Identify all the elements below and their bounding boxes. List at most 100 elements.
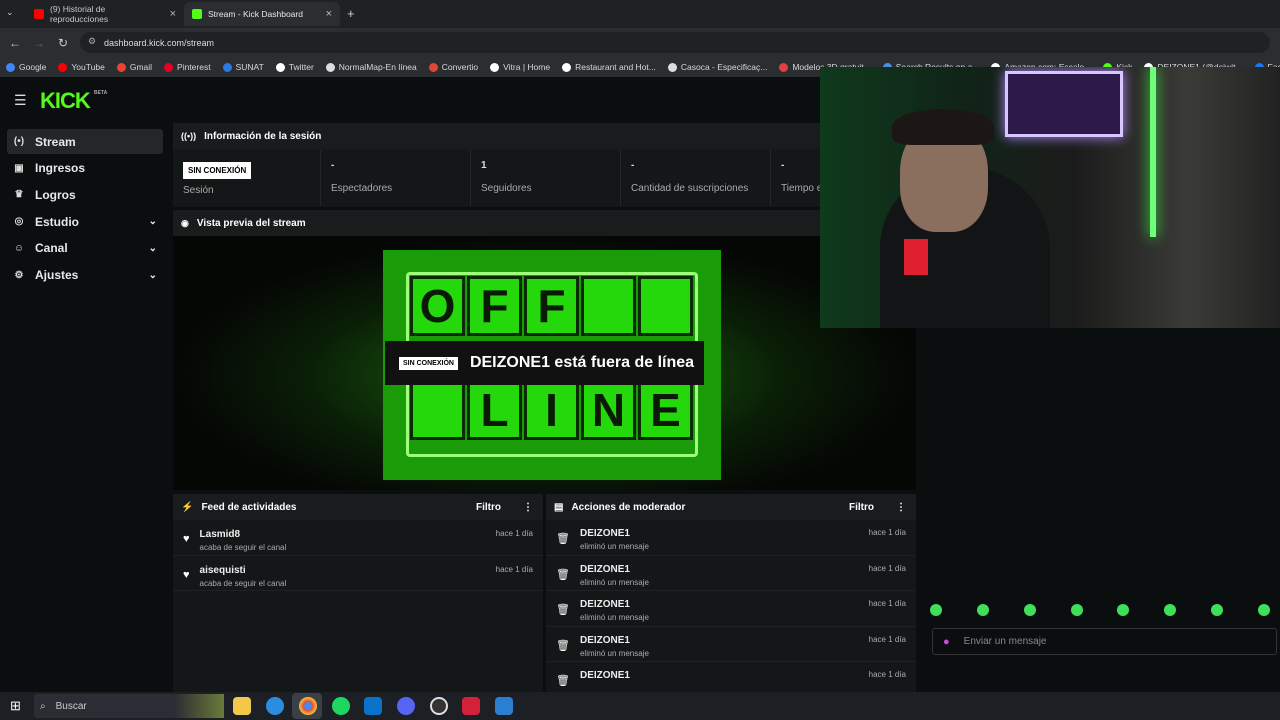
windows-start-icon[interactable]: ⊞	[10, 698, 21, 714]
mod-filter-button[interactable]: Filtro	[849, 502, 874, 513]
emote-icon[interactable]	[1117, 604, 1130, 616]
sidebar-item-logros[interactable]: ♛ Logros	[7, 182, 163, 207]
menu-icon[interactable]: ☰	[14, 92, 27, 109]
tab-list-icon[interactable]: ⌄	[6, 7, 14, 18]
sidebar-item-canal[interactable]: ☺ Canal ⌄	[7, 236, 163, 261]
item-username[interactable]: DEIZONE1	[580, 670, 630, 681]
emote-icon[interactable]	[1211, 604, 1224, 616]
bookmark-favicon-icon	[562, 62, 572, 72]
offline-letter-tile	[410, 380, 465, 440]
close-tab-icon[interactable]: ×	[326, 8, 332, 20]
stat-subscriptions: - Cantidad de suscripciones	[621, 150, 771, 206]
lightning-icon: ⚡	[181, 501, 194, 513]
emote-icon[interactable]	[1070, 604, 1083, 616]
microphone-icon[interactable]: ●	[943, 636, 950, 648]
sidebar-item-ingresos[interactable]: ▣ Ingresos	[7, 156, 163, 181]
url-field[interactable]: ⚙ dashboard.kick.com/stream	[80, 32, 1270, 53]
sidebar-item-label: Estudio	[35, 214, 79, 229]
bookmark-item[interactable]: SUNAT	[222, 62, 264, 72]
item-action: eliminó un mensaje	[579, 613, 649, 622]
stat-session: SIN CONEXIÓN Sesión	[173, 150, 321, 206]
moderator-actions-panel: ▤ Acciones de moderador Filtro ⋮ 🗑 DEIZON…	[546, 494, 916, 692]
trash-icon: 🗑	[556, 604, 570, 616]
bookmark-item[interactable]: Google	[6, 62, 46, 72]
bookmark-item[interactable]: Pinterest	[164, 62, 211, 72]
stream-preview[interactable]: OFF LINE SIN CONEXIÓN DEIZONE1 está fuer…	[173, 236, 916, 490]
bookmark-item[interactable]: Convertio	[428, 62, 479, 72]
emote-icon[interactable]	[1257, 604, 1270, 616]
emote-icon[interactable]	[1164, 604, 1177, 616]
bookmark-item[interactable]: NormalMap-En línea	[325, 62, 417, 72]
tab-kick-dashboard[interactable]: Stream - Kick Dashboard ×	[184, 2, 340, 26]
sidebar-item-label: Ingresos	[35, 161, 86, 176]
outlook-icon[interactable]	[364, 697, 382, 715]
bookmark-label: NormalMap-En línea	[338, 62, 417, 72]
bookmark-item[interactable]: YouTube	[58, 62, 105, 72]
item-username[interactable]: DEIZONE1	[580, 635, 649, 646]
list-item: 🗑 DEIZONE1 hace 1 día	[546, 662, 916, 692]
bookmark-label: Twitter	[288, 62, 314, 72]
chevron-down-icon[interactable]: ⌄	[149, 243, 157, 254]
item-username[interactable]: aisequisti	[200, 565, 287, 576]
tab-title: (9) Historial de reproducciones	[50, 4, 109, 24]
tab-title: Stream - Kick Dashboard	[208, 9, 303, 19]
bookmark-item[interactable]: Gmail	[116, 62, 152, 72]
sidebar-item-ajustes[interactable]: ⚙ Ajustes ⌄	[7, 263, 163, 288]
file-explorer-icon[interactable]	[233, 697, 251, 715]
emote-bar	[930, 604, 1270, 624]
forward-icon[interactable]: →	[27, 36, 51, 50]
feed-more-icon[interactable]: ⋮	[523, 502, 533, 513]
mod-more-icon[interactable]: ⋮	[896, 502, 906, 513]
bookmark-favicon-icon	[275, 62, 285, 72]
kick-favicon-icon	[192, 9, 202, 19]
obs-icon[interactable]	[430, 697, 448, 715]
chevron-down-icon[interactable]: ⌄	[149, 216, 157, 227]
stat-label: Espectadores	[331, 183, 393, 194]
bookmark-label: Pinterest	[177, 62, 211, 72]
taskbar-search[interactable]: ⌕ Buscar	[34, 694, 224, 718]
bookmark-favicon-icon	[779, 62, 789, 72]
bookmark-favicon-icon	[116, 62, 126, 72]
autocad-icon[interactable]	[462, 697, 480, 715]
list-item: 🗑 DEIZONE1 eliminó un mensaje hace 1 día	[546, 556, 916, 591]
list-item: 🗑 DEIZONE1 eliminó un mensaje hace 1 día	[546, 520, 916, 556]
new-tab-icon[interactable]: +	[347, 6, 355, 21]
sidebar-item-stream[interactable]: (•) Stream	[7, 129, 163, 154]
chevron-down-icon[interactable]: ⌄	[149, 270, 157, 281]
spotify-icon[interactable]	[332, 697, 350, 715]
emote-icon[interactable]	[930, 604, 942, 616]
item-time: hace 1 día	[868, 528, 906, 537]
stat-value: -	[781, 160, 785, 171]
item-username[interactable]: DEIZONE1	[580, 528, 649, 539]
item-username[interactable]: DEIZONE1	[580, 564, 649, 575]
sidebar-item-label: Ajustes	[35, 268, 79, 282]
close-tab-icon[interactable]: ×	[170, 8, 176, 20]
bookmark-label: Vitra | Home	[503, 62, 551, 72]
tab-youtube-history[interactable]: (9) Historial de reproducciones ×	[26, 2, 184, 26]
back-icon[interactable]: ←	[3, 36, 27, 50]
emote-icon[interactable]	[1023, 604, 1036, 616]
bookmark-item[interactable]: Casoca - Especificaç...	[667, 62, 767, 72]
sidebar-item-estudio[interactable]: ◎ Estudio ⌄	[7, 209, 163, 234]
bookmark-favicon-icon	[164, 62, 174, 72]
stat-time: - Tiempo e	[771, 150, 823, 206]
discord-icon[interactable]	[397, 697, 415, 715]
app-icon[interactable]	[495, 697, 513, 715]
site-info-icon[interactable]: ⚙	[88, 36, 96, 47]
chat-input[interactable]: ● Enviar un mensaje	[932, 628, 1277, 655]
emote-icon[interactable]	[976, 604, 989, 616]
bookmark-label: Convertio	[441, 62, 479, 72]
bookmark-item[interactable]: Vitra | Home	[490, 62, 550, 72]
item-username[interactable]: DEIZONE1	[580, 599, 649, 610]
bookmark-item[interactable]: Restaurant and Hot...	[562, 62, 656, 72]
feed-filter-button[interactable]: Filtro	[476, 502, 501, 513]
chrome-icon[interactable]	[299, 697, 317, 715]
framed-picture	[1005, 71, 1123, 137]
edge-icon[interactable]	[266, 697, 284, 715]
item-username[interactable]: Lasmid8	[200, 529, 287, 540]
reload-icon[interactable]: ↻	[51, 36, 75, 50]
bookmark-favicon-icon	[428, 62, 438, 72]
kick-logo[interactable]: KICK	[40, 88, 91, 114]
stat-value: -	[331, 160, 335, 171]
bookmark-item[interactable]: Twitter	[275, 62, 314, 72]
